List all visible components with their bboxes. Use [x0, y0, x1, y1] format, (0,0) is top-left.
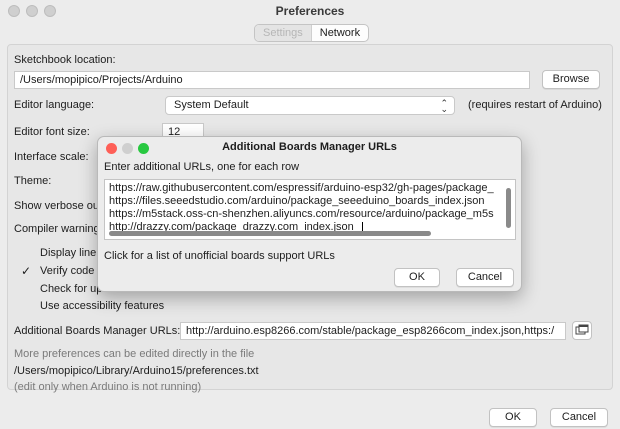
browse-button[interactable]: Browse: [542, 70, 600, 89]
theme-label: Theme:: [14, 175, 52, 187]
dialog-cancel-button[interactable]: Cancel: [456, 268, 514, 287]
edit-urls-button[interactable]: [572, 321, 592, 340]
sketchbook-location-label: Sketchbook location:: [14, 54, 116, 66]
boards-manager-urls-label: Additional Boards Manager URLs:: [14, 325, 181, 337]
titlebar: Preferences: [0, 0, 620, 22]
preferences-window: Preferences Settings Network Sketchbook …: [0, 0, 620, 429]
display-line-numbers-checkbox[interactable]: Display line n: [20, 247, 105, 259]
interface-scale-label: Interface scale:: [14, 151, 89, 163]
preferences-file-path: /Users/mopipico/Library/Arduino15/prefer…: [14, 365, 259, 377]
checkbox-unchecked-icon: [20, 247, 32, 259]
urls-textarea[interactable]: https://raw.githubusercontent.com/espres…: [104, 179, 516, 240]
dialog-instruction: Enter additional URLs, one for each row: [104, 161, 300, 173]
editor-font-size-label: Editor font size:: [14, 126, 90, 138]
boards-manager-urls-input[interactable]: http://arduino.esp8266.com/stable/packag…: [180, 322, 566, 340]
checkbox-label: Use accessibility features: [40, 300, 165, 312]
dialog-title: Additional Boards Manager URLs: [222, 141, 397, 153]
checkbox-label: Display line n: [40, 247, 106, 259]
dialog-ok-button[interactable]: OK: [394, 268, 440, 287]
check-for-updates-checkbox[interactable]: Check for upd: [20, 283, 108, 295]
preferences-tabs: Settings Network: [254, 24, 370, 42]
compiler-warnings-label: Compiler warning: [14, 223, 100, 235]
url-line: https://files.seeedstudio.com/arduino/pa…: [109, 195, 485, 207]
checkbox-unchecked-icon: [20, 300, 32, 312]
tab-settings[interactable]: Settings: [255, 25, 312, 41]
more-preferences-text: More preferences can be edited directly …: [14, 348, 255, 360]
window-stack-icon: [575, 324, 589, 335]
editor-language-label: Editor language:: [14, 99, 95, 111]
tab-network[interactable]: Network: [312, 25, 368, 41]
accessibility-checkbox[interactable]: Use accessibility features: [20, 300, 164, 312]
url-line: https://raw.githubusercontent.com/espres…: [109, 182, 494, 194]
horizontal-scrollbar[interactable]: [109, 231, 431, 236]
sketchbook-location-input[interactable]: /Users/mopipico/Projects/Arduino: [14, 71, 530, 89]
verify-code-checkbox[interactable]: ✓ Verify code a: [20, 265, 104, 277]
checkbox-label: Verify code a: [40, 265, 104, 277]
editor-language-select[interactable]: System Default ⌃ ⌄: [165, 96, 455, 115]
editor-language-value: System Default: [174, 99, 249, 111]
checkmark-icon: ✓: [20, 264, 32, 278]
verbose-output-label: Show verbose out: [14, 200, 103, 212]
edit-note-text: (edit only when Arduino is not running): [14, 381, 202, 393]
vertical-scrollbar[interactable]: [506, 188, 511, 228]
restart-note: (requires restart of Arduino): [468, 99, 602, 111]
updown-chevron-icon: ⌃ ⌄: [440, 98, 448, 114]
unofficial-boards-link[interactable]: Click for a list of unofficial boards su…: [104, 250, 335, 262]
url-line: https://m5stack.oss-cn-shenzhen.aliyuncs…: [109, 208, 494, 220]
cancel-button[interactable]: Cancel: [550, 408, 608, 427]
checkbox-unchecked-icon: [20, 283, 32, 295]
boards-urls-dialog: Additional Boards Manager URLs Enter add…: [97, 136, 522, 292]
ok-button[interactable]: OK: [489, 408, 537, 427]
window-title: Preferences: [275, 4, 345, 18]
